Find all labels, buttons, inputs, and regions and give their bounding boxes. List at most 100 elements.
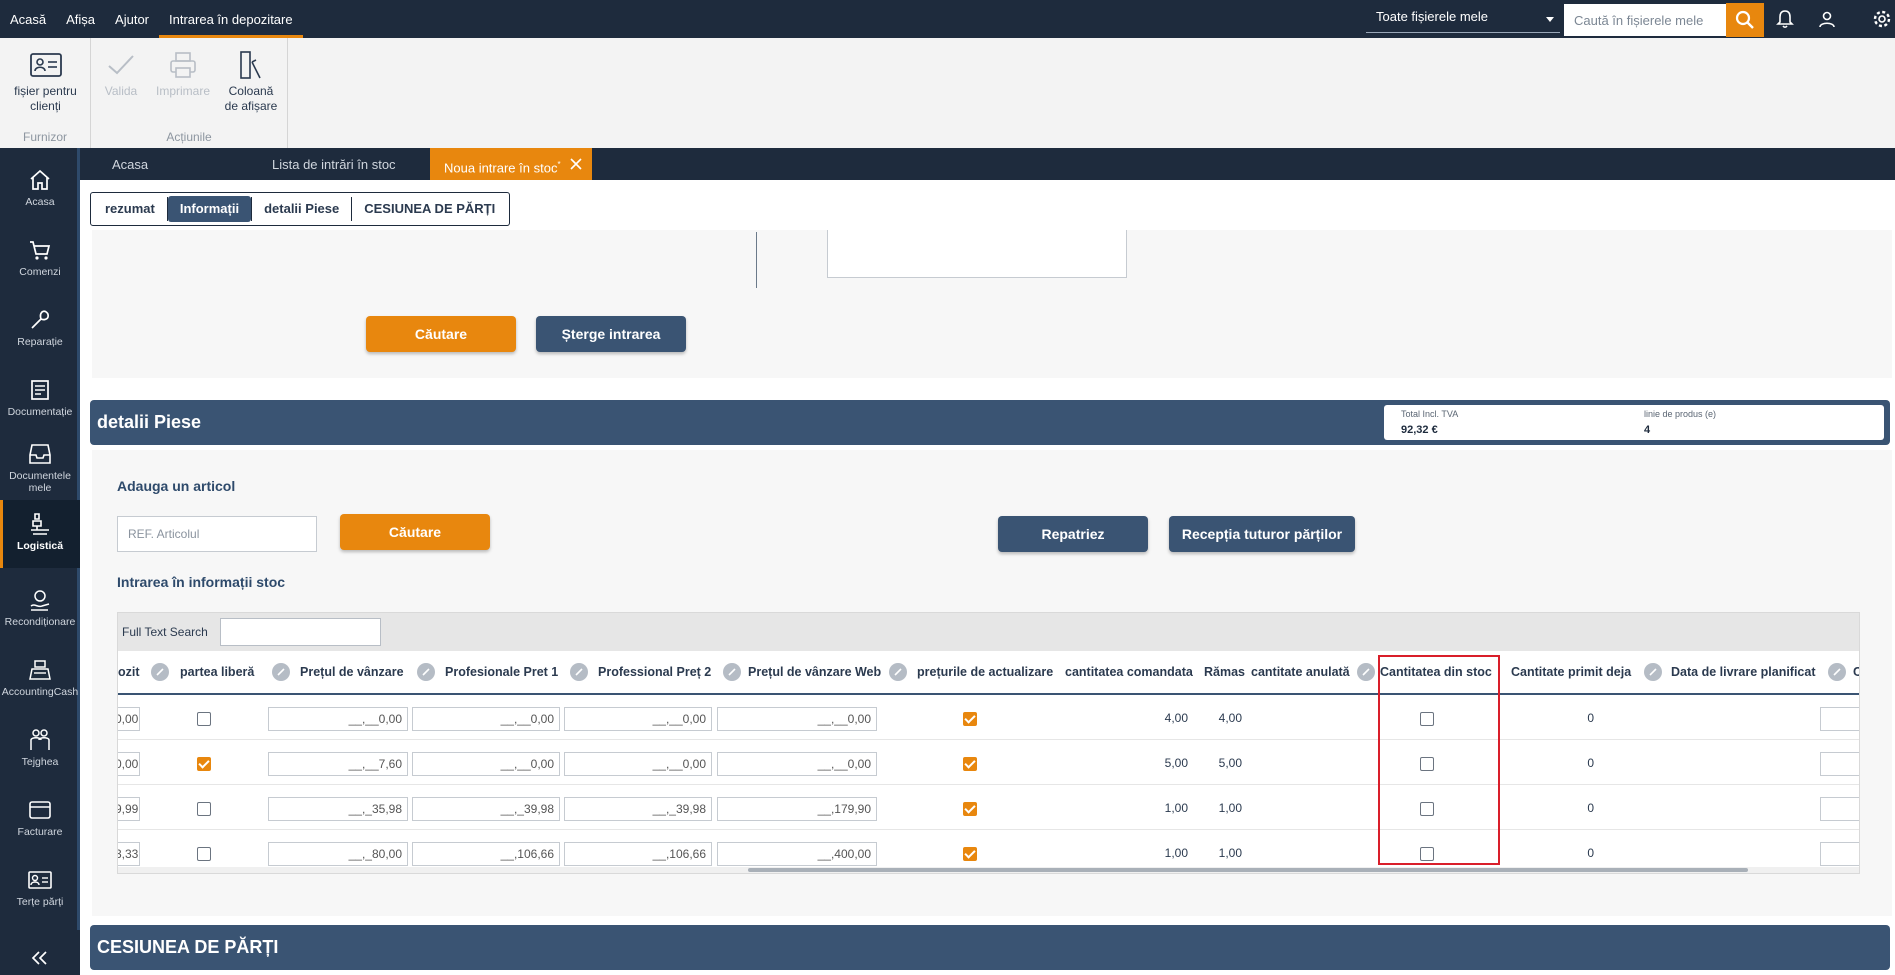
- web-price-input[interactable]: __,__0,00: [717, 752, 877, 776]
- tab-parts-details[interactable]: detalii Piese: [252, 196, 351, 222]
- free-part-checkbox[interactable]: [197, 712, 211, 726]
- scrollbar-thumb[interactable]: [748, 868, 1748, 872]
- sidebar-collapse-button[interactable]: [0, 944, 80, 974]
- header-deposit[interactable]: ozit: [118, 665, 140, 679]
- header-remaining[interactable]: Rămas: [1204, 665, 1245, 679]
- sale-price-input[interactable]: __,__7,60: [268, 752, 408, 776]
- notes-textarea[interactable]: [827, 230, 1127, 278]
- web-price-input[interactable]: __,__0,00: [717, 707, 877, 731]
- menu-stock-entry[interactable]: Intrarea în depozitare: [159, 0, 303, 38]
- header-update-prices[interactable]: prețurile de actualizare: [917, 665, 1053, 679]
- sidebar-item-repair[interactable]: Reparație: [0, 306, 80, 348]
- update-prices-checkbox[interactable]: [963, 757, 977, 771]
- sidebar-item-invoicing[interactable]: Facturare: [0, 796, 80, 838]
- header-qty-from-stock[interactable]: Cantitatea din stoc: [1380, 665, 1492, 679]
- free-part-checkbox[interactable]: [197, 757, 211, 771]
- validate-button[interactable]: Valida: [101, 48, 141, 99]
- header-last[interactable]: C: [1853, 665, 1859, 679]
- deposit-cell[interactable]: 0,00: [118, 752, 140, 776]
- last-cell-input[interactable]: [1820, 752, 1859, 776]
- header-qty-received[interactable]: Cantitate primit deja: [1511, 665, 1631, 679]
- last-cell-input[interactable]: [1820, 842, 1859, 866]
- sidebar-item-accounting-cash[interactable]: AccountingCash: [0, 656, 80, 698]
- qty-from-stock-checkbox[interactable]: [1420, 847, 1434, 861]
- web-price-input[interactable]: __,179,90: [717, 797, 877, 821]
- sidebar-item-documentation[interactable]: Documentație: [0, 376, 80, 418]
- sidebar-item-counter[interactable]: Tejghea: [0, 726, 80, 768]
- update-prices-checkbox[interactable]: [963, 712, 977, 726]
- deposit-cell[interactable]: 3,33: [118, 842, 140, 866]
- delete-entry-button[interactable]: Șterge intrarea: [536, 316, 686, 352]
- pro-price-2-input[interactable]: __,_39,98: [564, 797, 712, 821]
- tab-info[interactable]: Informații: [167, 196, 252, 222]
- header-pro-price-1[interactable]: Profesionale Pret 1: [445, 665, 558, 679]
- column-display-button[interactable]: Coloană de afișare: [221, 48, 281, 114]
- edit-column-icon[interactable]: [1828, 663, 1846, 681]
- header-qty-cancelled[interactable]: cantitate anulată: [1251, 665, 1350, 679]
- header-sale-price[interactable]: Prețul de vânzare: [300, 665, 404, 679]
- print-button[interactable]: Imprimare: [153, 48, 213, 99]
- pro-price-1-input[interactable]: __,_39,98: [412, 797, 560, 821]
- scope-select[interactable]: Toate fișierele mele: [1366, 5, 1560, 33]
- edit-column-icon[interactable]: [723, 663, 741, 681]
- deposit-cell[interactable]: 9,99: [118, 797, 140, 821]
- sidebar-item-orders[interactable]: Comenzi: [0, 236, 80, 278]
- client-file-button[interactable]: fișier pentru clienți: [4, 48, 87, 114]
- search-entry-button[interactable]: Căutare: [366, 316, 516, 352]
- header-free-part[interactable]: partea liberă: [180, 665, 254, 679]
- sale-price-input[interactable]: __,_80,00: [268, 842, 408, 866]
- header-qty-ordered[interactable]: cantitatea comandata: [1065, 665, 1193, 679]
- menu-help[interactable]: Ajutor: [105, 0, 159, 38]
- edit-column-icon[interactable]: [1357, 663, 1375, 681]
- repatriate-button[interactable]: Repatriez: [998, 516, 1148, 552]
- menu-display[interactable]: Afișa: [56, 0, 105, 38]
- free-part-checkbox[interactable]: [197, 847, 211, 861]
- last-cell-input[interactable]: [1820, 707, 1859, 731]
- deposit-cell[interactable]: 0,00: [118, 707, 140, 731]
- header-web-price[interactable]: Prețul de vânzare Web: [748, 665, 881, 679]
- sale-price-input[interactable]: __,_35,98: [268, 797, 408, 821]
- tab-new-stock-entry[interactable]: Noua intrare în stoc*: [430, 148, 592, 180]
- header-pro-price-2[interactable]: Professional Preț 2: [598, 665, 711, 679]
- qty-from-stock-checkbox[interactable]: [1420, 757, 1434, 771]
- menu-home[interactable]: Acasă: [0, 0, 56, 38]
- edit-column-icon[interactable]: [1644, 663, 1662, 681]
- receive-all-parts-button[interactable]: Recepția tuturor părților: [1169, 516, 1355, 552]
- edit-column-icon[interactable]: [889, 663, 907, 681]
- qty-from-stock-checkbox[interactable]: [1420, 802, 1434, 816]
- sidebar-item-reconditioning[interactable]: Recondiționare: [0, 586, 80, 628]
- pro-price-2-input[interactable]: __,__0,00: [564, 707, 712, 731]
- header-planned-delivery[interactable]: Data de livrare planificat: [1671, 665, 1816, 679]
- bell-icon[interactable]: [1774, 8, 1796, 30]
- web-price-input[interactable]: __,400,00: [717, 842, 877, 866]
- edit-column-icon[interactable]: [151, 663, 169, 681]
- qty-from-stock-checkbox[interactable]: [1420, 712, 1434, 726]
- sidebar-item-home[interactable]: Acasa: [0, 166, 80, 208]
- edit-column-icon[interactable]: [570, 663, 588, 681]
- update-prices-checkbox[interactable]: [963, 847, 977, 861]
- gear-icon[interactable]: [1871, 8, 1893, 30]
- sidebar-item-third-parties[interactable]: Terțe părți: [0, 866, 80, 908]
- last-cell-input[interactable]: [1820, 797, 1859, 821]
- horizontal-scrollbar[interactable]: [118, 867, 1859, 873]
- search-button[interactable]: [1726, 3, 1764, 37]
- tab-summary[interactable]: rezumat: [93, 196, 167, 222]
- edit-column-icon[interactable]: [272, 663, 290, 681]
- article-ref-input[interactable]: [117, 516, 317, 552]
- pro-price-2-input[interactable]: __,106,66: [564, 842, 712, 866]
- sidebar-item-my-documents[interactable]: Documentele mele: [0, 440, 80, 494]
- full-text-search-input[interactable]: [220, 618, 381, 646]
- search-article-button[interactable]: Căutare: [340, 514, 490, 550]
- search-input[interactable]: [1564, 4, 1726, 36]
- free-part-checkbox[interactable]: [197, 802, 211, 816]
- tab-parts-cession[interactable]: CESIUNEA DE PĂRȚI: [352, 196, 507, 222]
- sidebar-item-logistics[interactable]: Logistică: [0, 500, 80, 568]
- update-prices-checkbox[interactable]: [963, 802, 977, 816]
- pro-price-1-input[interactable]: __,106,66: [412, 842, 560, 866]
- sale-price-input[interactable]: __,__0,00: [268, 707, 408, 731]
- tab-home[interactable]: Acasa: [80, 148, 240, 180]
- close-icon[interactable]: [570, 158, 582, 170]
- pro-price-1-input[interactable]: __,__0,00: [412, 752, 560, 776]
- pro-price-1-input[interactable]: __,__0,00: [412, 707, 560, 731]
- user-icon[interactable]: [1816, 8, 1838, 30]
